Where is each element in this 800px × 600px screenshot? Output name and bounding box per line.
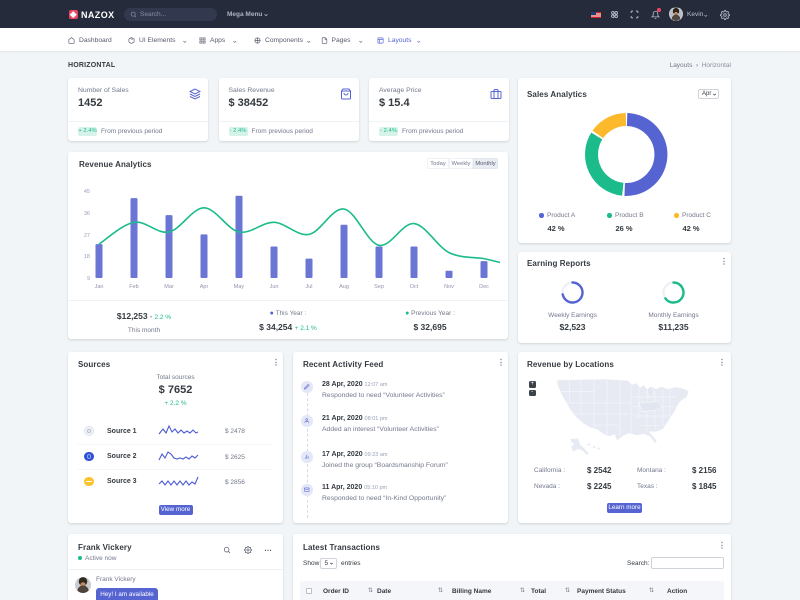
svg-text:9: 9 [87,276,90,282]
svg-text:Aug: Aug [339,284,349,290]
svg-text:Jan: Jan [95,284,104,290]
svg-text:Jul: Jul [305,284,312,290]
svg-text:Dec: Dec [479,284,489,290]
svg-text:Feb: Feb [129,284,138,290]
svg-text:Sep: Sep [374,284,384,290]
svg-text:May: May [234,284,245,290]
svg-text:18: 18 [84,254,90,260]
svg-text:Jun: Jun [270,284,279,290]
svg-text:Apr: Apr [200,284,209,290]
svg-text:36: 36 [84,211,90,217]
svg-text:Mar: Mar [164,284,174,290]
svg-text:45: 45 [84,189,90,195]
svg-text:27: 27 [84,233,90,239]
svg-text:Nov: Nov [444,284,454,290]
svg-text:Oct: Oct [410,284,419,290]
